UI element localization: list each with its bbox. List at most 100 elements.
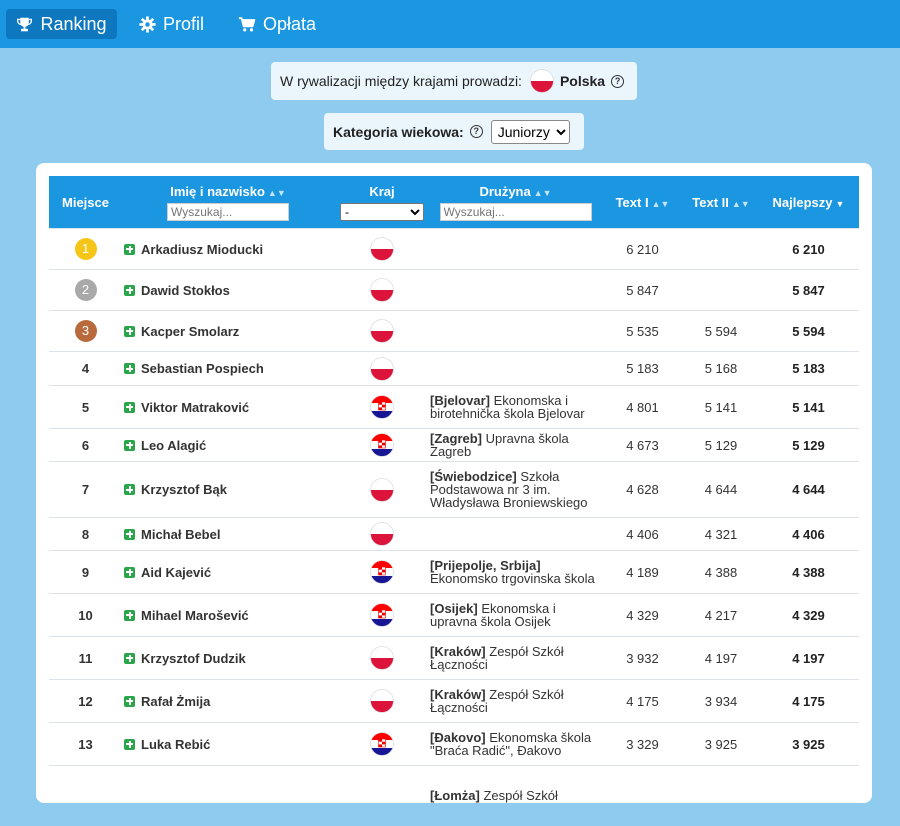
- expand-plus-icon[interactable]: [124, 363, 135, 374]
- place-number: 12: [78, 693, 93, 709]
- text1-score-cell: 4 189: [601, 550, 684, 594]
- expand-plus-icon[interactable]: [124, 528, 135, 540]
- player-name: Krzysztof Dudzik: [141, 650, 246, 666]
- expand-plus-icon[interactable]: [124, 325, 135, 337]
- text1-score-cell: 4 175: [601, 679, 684, 723]
- ranking-table: Miejsce Imię i nazwisko▲▼ Kraj -: [49, 176, 859, 826]
- expand-plus-icon[interactable]: [124, 439, 135, 451]
- table-row[interactable]: [Łomża] Zespół Szkół: [49, 765, 859, 826]
- expand-plus-icon[interactable]: [124, 243, 135, 255]
- sort-icon[interactable]: ▲▼: [534, 188, 552, 198]
- place-number: 8: [81, 526, 90, 542]
- text2-score: 3 925: [704, 736, 738, 752]
- best-score-cell: 4 406: [758, 517, 859, 551]
- poland-flag-icon: [370, 356, 394, 381]
- text2-score-cell: 3 934: [684, 679, 758, 723]
- country-cell: [334, 679, 430, 723]
- sort-icon[interactable]: ▲▼: [652, 199, 670, 209]
- country-cell: [334, 269, 430, 311]
- question-circle-icon[interactable]: ?: [611, 74, 625, 88]
- table-row[interactable]: 12 Rafał Żmija [Kraków] Zespół Szkół Łączn…: [49, 679, 859, 723]
- text1-score: 4 628: [626, 482, 659, 497]
- country-cell: [334, 461, 430, 518]
- table-row[interactable]: 10 Mihael Marošević [Osijek] Ekonomska i u…: [49, 593, 859, 637]
- nav-oplata[interactable]: Opłata: [238, 9, 316, 39]
- text1-score: 6 210: [626, 241, 659, 257]
- expand-plus-icon[interactable]: [124, 566, 135, 578]
- team-cell: [430, 269, 601, 311]
- expand-plus-icon[interactable]: [124, 695, 135, 707]
- text2-score: 4 644: [704, 482, 738, 497]
- country-cell: [334, 351, 430, 386]
- text1-score: 5 535: [626, 323, 659, 339]
- header-text1-label: Text I: [615, 194, 649, 210]
- header-team[interactable]: Drużyna ▲▼: [430, 176, 601, 229]
- place-number: 6: [81, 437, 90, 453]
- name-cell: Mihael Marošević: [122, 593, 334, 637]
- ranking-table-body: 1 Arkadiusz Mioducki 6 210 6 210 2 Dawid Stok…: [49, 228, 859, 826]
- expand-plus-icon[interactable]: [124, 401, 135, 413]
- table-row[interactable]: 7 Krzysztof Bąk [Świebodzice] Szkoła Podst…: [49, 461, 859, 518]
- country-cell: [334, 428, 430, 462]
- age-category-select[interactable]: Juniorzy: [490, 119, 570, 144]
- place-number: 9: [81, 564, 90, 580]
- expand-plus-icon[interactable]: [124, 609, 135, 621]
- table-row[interactable]: 5 Viktor Matraković [Bjelovar] Ekonomska i…: [49, 385, 859, 429]
- header-place-label: Miejsce: [62, 194, 109, 210]
- nav-ranking[interactable]: Ranking: [6, 9, 117, 39]
- expand-plus-icon[interactable]: [124, 738, 135, 750]
- table-row[interactable]: 6 Leo Alagić [Zagreb] Upravna škola Zagreb…: [49, 428, 859, 462]
- text2-score-cell: [684, 765, 758, 826]
- table-row[interactable]: 9 Aid Kajević [Prijepolje, Srbija] Ekonoms…: [49, 550, 859, 594]
- place-cell: 8: [49, 517, 122, 551]
- header-text2[interactable]: Text II ▲▼: [684, 176, 758, 229]
- team-search-input[interactable]: [439, 202, 592, 221]
- place-number: 7: [81, 482, 90, 497]
- place-number: 10: [78, 607, 93, 623]
- text1-score-cell: 4 801: [601, 385, 684, 429]
- table-row[interactable]: 1 Arkadiusz Mioducki 6 210 6 210: [49, 228, 859, 270]
- table-row[interactable]: 13 Luka Rebić [Đakovo] Ekonomska škola "Br…: [49, 722, 859, 766]
- name-cell: Leo Alagić: [122, 428, 334, 462]
- best-score-cell: 4 388: [758, 550, 859, 594]
- expand-plus-icon[interactable]: [124, 652, 135, 664]
- poland-flag-icon: [370, 689, 394, 713]
- country-cell: [334, 550, 430, 594]
- best-score: 4 644: [792, 482, 825, 497]
- table-row[interactable]: 2 Dawid Stokłos 5 847 5 847: [49, 269, 859, 311]
- place-cell: 12: [49, 679, 122, 723]
- text1-score: 5 847: [626, 282, 659, 298]
- medal-gold-icon: 1: [74, 238, 97, 260]
- header-best[interactable]: Najlepszy ▼: [758, 176, 859, 229]
- table-row[interactable]: 4 Sebastian Pospiech 5 183 5 168 5 183: [49, 351, 859, 386]
- text1-score: 3 932: [626, 650, 659, 666]
- text1-score: 4 329: [626, 607, 659, 623]
- best-score-cell: 5 594: [758, 310, 859, 352]
- place-number: 4: [81, 361, 90, 376]
- sort-icon[interactable]: ▲▼: [732, 199, 750, 209]
- team-cell: [Kraków] Zespół Szkół Łączności: [430, 679, 601, 723]
- header-name-label: Imię i nazwisko: [170, 183, 265, 199]
- country-cell: [334, 310, 430, 352]
- best-score-cell: [758, 765, 859, 826]
- expand-plus-icon[interactable]: [124, 284, 135, 296]
- name-search-input[interactable]: [167, 202, 289, 221]
- table-row[interactable]: 11 Krzysztof Dudzik [Kraków] Zespół Szkół …: [49, 636, 859, 680]
- expand-plus-icon[interactable]: [124, 484, 135, 495]
- table-row[interactable]: 3 Kacper Smolarz 5 535 5 594 5 594: [49, 310, 859, 352]
- best-score: 4 197: [792, 650, 825, 666]
- best-score: 3 925: [792, 736, 825, 752]
- text2-score: 4 321: [704, 526, 738, 542]
- question-circle-icon[interactable]: ?: [469, 125, 483, 138]
- header-best-label: Najlepszy: [772, 194, 833, 210]
- header-name[interactable]: Imię i nazwisko ▲▼: [122, 176, 334, 229]
- place-cell: 11: [49, 636, 122, 680]
- table-row[interactable]: 8 Michał Bebel 4 406 4 321 4 406: [49, 517, 859, 551]
- sort-icon[interactable]: ▲▼: [268, 188, 286, 198]
- team-cell: [Prijepolje, Srbija] Ekonomsko trgovinsk…: [430, 550, 601, 594]
- sort-desc-icon[interactable]: ▼: [836, 199, 845, 209]
- nav-profil[interactable]: Profil: [139, 9, 204, 39]
- text1-score-cell: 4 628: [601, 461, 684, 518]
- header-text1[interactable]: Text I ▲▼: [601, 176, 684, 229]
- country-filter-select[interactable]: -: [340, 202, 424, 221]
